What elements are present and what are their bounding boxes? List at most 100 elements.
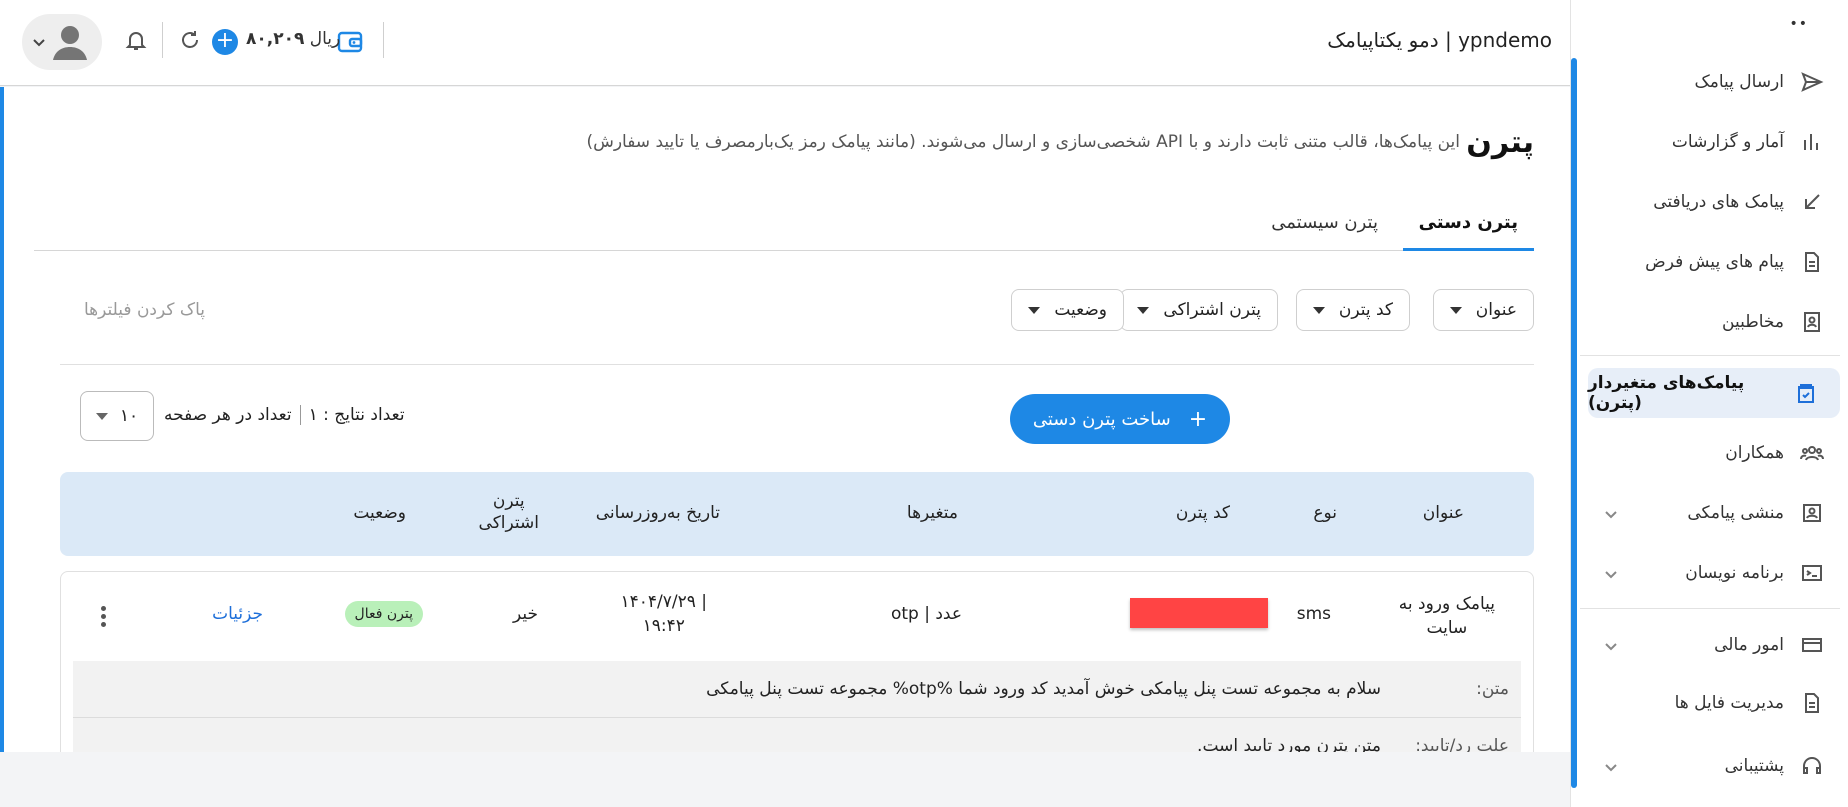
- cell-title-line: پیامک ورود به: [1398, 594, 1495, 614]
- page-bottom: [0, 752, 1570, 807]
- users-icon: [1798, 439, 1826, 467]
- per-page-select[interactable]: ۱۰: [80, 391, 154, 441]
- cell-updated-line: ۱۴۰۴/۷/۲۹ |: [620, 592, 707, 612]
- col-status: وضعیت: [353, 503, 406, 523]
- filter-status[interactable]: وضعیت: [1011, 289, 1124, 331]
- approval-reason-row: علت رد/تایید: متن پترن مورد تایید است.: [73, 717, 1521, 752]
- table-row: پیامک ورود به سایت sms otp | عدد ۱۴۰۴/۷/…: [60, 571, 1534, 752]
- pattern-text-value: سلام به مجموعه تست پنل پیامکی خوش آمدید …: [706, 679, 1381, 699]
- filter-title[interactable]: عنوان: [1432, 289, 1534, 331]
- sidebar-item-send-sms[interactable]: ارسال پیامک: [1578, 57, 1848, 107]
- cell-updated-line: ۱۹:۴۲: [642, 616, 685, 636]
- per-page-label: تعداد در هر صفحه: [164, 405, 292, 425]
- dropdown-arrow-icon: [95, 412, 108, 420]
- header-divider: [383, 22, 384, 58]
- balance-display: ریال ۸۰,۲۰۹: [246, 29, 340, 49]
- sidebar-item-templates[interactable]: پیام های پیش فرض: [1578, 237, 1848, 287]
- more-dots-icon: ••: [1789, 16, 1808, 32]
- document-icon: [1798, 248, 1826, 276]
- sidebar-item-assistant[interactable]: منشی پیامکی: [1578, 488, 1848, 538]
- filter-shared[interactable]: پترن اشتراکی: [1120, 289, 1278, 331]
- divider: [60, 364, 1534, 365]
- file-icon: [1798, 689, 1826, 717]
- approval-reason-key: علت رد/تایید:: [1415, 735, 1509, 753]
- col-variables: متغیرها: [906, 503, 958, 523]
- sidebar-item-files[interactable]: مدیریت فایل ها: [1578, 678, 1848, 728]
- sidebar-divider: [1580, 355, 1840, 356]
- button-label: ساخت پترن دستی: [1032, 408, 1171, 430]
- sidebar-item-developers[interactable]: برنامه نویسان: [1578, 548, 1848, 598]
- sidebar-item-colleagues[interactable]: همکاران: [1578, 428, 1848, 478]
- sidebar: •• ارسال پیامک آمار و گزارشات پیامک های …: [1570, 0, 1848, 807]
- cell-shared: خیر: [512, 604, 538, 624]
- cell-updated: ۱۴۰۴/۷/۲۹ | ۱۹:۴۲: [620, 590, 707, 638]
- sidebar-scrollbar[interactable]: [1571, 58, 1577, 788]
- sidebar-item-label: پیامک‌های متغیردار (پترن): [1588, 373, 1745, 413]
- add-credit-button[interactable]: +: [212, 29, 238, 55]
- cell-title: پیامک ورود به سایت: [1399, 592, 1495, 640]
- tab-bar: پترن دستی پترن سیستمی: [34, 207, 1534, 251]
- more-options-icon[interactable]: [99, 606, 107, 630]
- wallet-icon: [1798, 631, 1826, 659]
- bell-icon[interactable]: [124, 28, 148, 52]
- clear-filters-link[interactable]: پاک کردن فیلترها: [84, 300, 205, 320]
- assistant-icon: [1798, 499, 1826, 527]
- contact-card-icon: [1798, 308, 1826, 336]
- table-header: عنوان نوع کد پترن متغیرها تاریخ به‌روزرس…: [60, 472, 1534, 556]
- col-title: عنوان: [1422, 503, 1464, 523]
- dropdown-arrow-icon: [1449, 306, 1462, 314]
- refresh-icon[interactable]: [178, 28, 202, 52]
- cell-type: sms: [1296, 604, 1331, 624]
- filter-label: کد پترن: [1338, 300, 1393, 320]
- user-menu[interactable]: [22, 14, 102, 70]
- status-badge: پترن فعال: [344, 601, 423, 627]
- header-divider: [162, 22, 163, 58]
- filter-label: پترن اشتراکی: [1163, 300, 1261, 320]
- dropdown-arrow-icon: [1137, 306, 1150, 314]
- sidebar-divider: [1580, 608, 1840, 609]
- sidebar-item-contacts[interactable]: مخاطبین: [1578, 297, 1848, 347]
- tab-system-pattern[interactable]: پترن سیستمی: [1255, 207, 1394, 251]
- sidebar-item-reports[interactable]: آمار و گزارشات: [1578, 117, 1848, 167]
- create-manual-pattern-button[interactable]: + ساخت پترن دستی: [1010, 394, 1230, 444]
- sidebar-item-finance[interactable]: امور مالی: [1578, 620, 1848, 670]
- pagination-info: تعداد نتایج : ۱ تعداد در هر صفحه: [164, 405, 405, 425]
- plus-icon: +: [1188, 406, 1208, 432]
- clipboard-check-icon: [1793, 379, 1818, 407]
- sidebar-item-label: آمار و گزارشات: [1671, 132, 1784, 152]
- col-shared-line: اشتراکی: [478, 513, 539, 533]
- sidebar-item-patterns[interactable]: پیامک‌های متغیردار (پترن): [1588, 368, 1840, 418]
- sidebar-item-label: منشی پیامکی: [1687, 503, 1784, 523]
- top-header: دمو یکتاپیامک | ypndemo ریال ۸۰,۲۰۹ +: [0, 0, 1570, 86]
- chevron-down-icon: [1604, 638, 1618, 652]
- dropdown-arrow-icon: [1028, 306, 1041, 314]
- sidebar-item-received[interactable]: پیامک های دریافتی: [1578, 177, 1848, 227]
- pattern-text-row: متن: سلام به مجموعه تست پنل پیامکی خوش آ…: [73, 661, 1521, 717]
- col-shared: پترن اشتراکی: [479, 490, 539, 534]
- per-page-value: ۱۰: [119, 406, 139, 426]
- tab-manual-pattern[interactable]: پترن دستی: [1402, 207, 1534, 251]
- avatar: [48, 20, 92, 64]
- col-code: کد پترن: [1175, 503, 1230, 523]
- sidebar-item-label: پشتیبانی: [1724, 756, 1784, 776]
- sidebar-item-label: برنامه نویسان: [1685, 563, 1784, 583]
- chevron-down-icon: [1604, 759, 1618, 773]
- col-shared-line: پترن: [492, 491, 525, 511]
- page-title: پترن: [1466, 125, 1534, 160]
- sidebar-item-label: امور مالی: [1714, 635, 1784, 655]
- page-description: این پیامک‌ها، قالب متنی ثابت دارند و با …: [586, 132, 1460, 152]
- chevron-down-icon: [1604, 566, 1618, 580]
- filter-label: عنوان: [1475, 300, 1517, 320]
- sidebar-item-support[interactable]: پشتیبانی: [1578, 741, 1848, 791]
- sidebar-item-label: پیام های پیش فرض: [1645, 252, 1784, 272]
- filter-code[interactable]: کد پترن: [1295, 289, 1410, 331]
- sidebar-item-label: مخاطبین: [1722, 312, 1784, 332]
- row-expansion: متن: سلام به مجموعه تست پنل پیامکی خوش آ…: [73, 661, 1521, 752]
- details-link[interactable]: جزئیات: [212, 604, 263, 624]
- sidebar-item-label: ارسال پیامک: [1694, 72, 1784, 92]
- headset-icon: [1798, 752, 1826, 780]
- dropdown-arrow-icon: [1312, 306, 1325, 314]
- cell-variables: otp | عدد: [890, 604, 962, 624]
- pattern-text-key: متن:: [1476, 679, 1509, 699]
- col-updated: تاریخ به‌روزرسانی: [595, 503, 720, 523]
